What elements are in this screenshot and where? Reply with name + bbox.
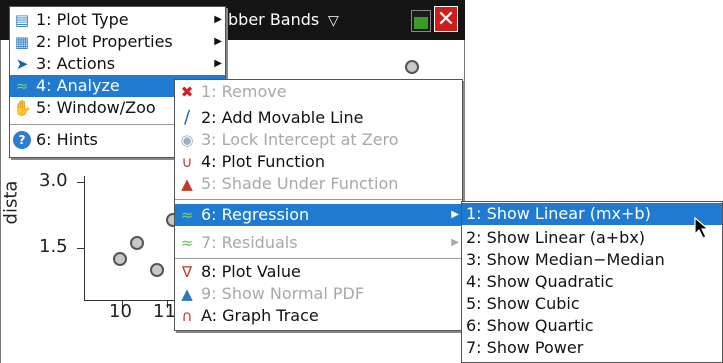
window-title: bber Bands: [228, 10, 320, 29]
battery-icon: [411, 10, 431, 32]
menu-item-plot-value[interactable]: ∇ 8: Plot Value: [175, 261, 462, 283]
menu-item-show-linear-mxb[interactable]: 1: Show Linear (mx+b): [462, 203, 722, 225]
plot-properties-icon: ▦: [14, 33, 30, 51]
y-tick-label: 1.5: [39, 236, 68, 257]
data-point[interactable]: [405, 60, 419, 74]
line-icon: ∕: [183, 107, 191, 128]
y-axis: [84, 176, 85, 301]
cursor-arrow-icon: ➤: [15, 55, 29, 73]
plot-value-icon: ∇: [181, 263, 193, 281]
menu-item-plot-type[interactable]: ▤ 1: Plot Type ▶: [10, 9, 225, 31]
menu-item-shade-under-function[interactable]: ▲ 5: Shade Under Function: [175, 173, 462, 195]
submenu-arrow-icon: ▶: [214, 36, 222, 47]
submenu-arrow-icon: ▶: [214, 58, 222, 69]
shade-icon: ▲: [181, 175, 193, 193]
menu-divider: [175, 258, 462, 259]
y-tick: [77, 182, 85, 183]
function-icon: ∪: [181, 153, 193, 171]
menu-item-show-quadratic[interactable]: 4: Show Quadratic: [462, 271, 722, 293]
x-tick-label: 10: [109, 301, 132, 322]
normal-pdf-icon: ▲: [181, 285, 193, 303]
chevron-down-icon[interactable]: ▽: [328, 13, 339, 29]
window-zoom-icon: ✋: [13, 99, 32, 117]
menu-divider: [175, 199, 462, 200]
analyze-icon: ≈: [15, 77, 29, 95]
submenu-arrow-icon: ▶: [214, 14, 222, 25]
menu-item-plot-function[interactable]: ∪ 4: Plot Function: [175, 151, 462, 173]
menu-item-regression[interactable]: ≈ 6: Regression ▶: [175, 204, 462, 226]
regression-icon: ≈: [180, 206, 194, 224]
menu-item-remove[interactable]: ✖ 1: Remove: [175, 81, 462, 103]
menu-item-graph-trace[interactable]: ∩ A: Graph Trace: [175, 305, 462, 327]
menu-item-show-normal-pdf[interactable]: ▲ 9: Show Normal PDF: [175, 283, 462, 305]
submenu-arrow-icon: ▶: [451, 237, 459, 248]
y-tick-label: 3.0: [39, 170, 68, 191]
menu-item-show-cubic[interactable]: 5: Show Cubic: [462, 293, 722, 315]
graph-trace-icon: ∩: [181, 307, 193, 325]
help-icon: ?: [13, 131, 31, 149]
red-x-icon: ✖: [180, 83, 194, 101]
menu-item-show-median-median[interactable]: 3: Show Median−Median: [462, 249, 722, 271]
menu-item-lock-intercept[interactable]: ◉ 3: Lock Intercept at Zero: [175, 129, 462, 151]
lock-icon: ◉: [180, 131, 194, 149]
plot-type-icon: ▤: [14, 11, 30, 29]
x-tick-label: 11: [153, 301, 176, 322]
residuals-icon: ≈: [180, 234, 194, 252]
menu-item-show-quartic[interactable]: 6: Show Quartic: [462, 315, 722, 337]
menu-item-show-power[interactable]: 7: Show Power: [462, 337, 722, 359]
menu-item-residuals[interactable]: ≈ 7: Residuals ▶: [175, 232, 462, 254]
menu-item-add-movable-line[interactable]: ∕ 2: Add Movable Line: [175, 107, 462, 129]
close-button[interactable]: ✕: [434, 6, 458, 32]
regression-submenu: 1: Show Linear (mx+b) 2: Show Linear (a+…: [461, 201, 723, 363]
menu-item-show-linear-abx[interactable]: 2: Show Linear (a+bx): [462, 227, 722, 249]
y-tick: [77, 248, 85, 249]
submenu-arrow-icon: ▶: [451, 209, 459, 220]
data-point[interactable]: [150, 263, 164, 277]
menu-item-actions[interactable]: ➤ 3: Actions ▶: [10, 53, 225, 75]
y-axis-label: dista: [0, 180, 22, 225]
data-point[interactable]: [130, 236, 144, 250]
analyze-submenu: ✖ 1: Remove ∕ 2: Add Movable Line ◉ 3: L…: [174, 79, 463, 331]
mouse-pointer-icon: [694, 216, 710, 239]
data-point[interactable]: [113, 252, 127, 266]
menu-item-plot-properties[interactable]: ▦ 2: Plot Properties ▶: [10, 31, 225, 53]
